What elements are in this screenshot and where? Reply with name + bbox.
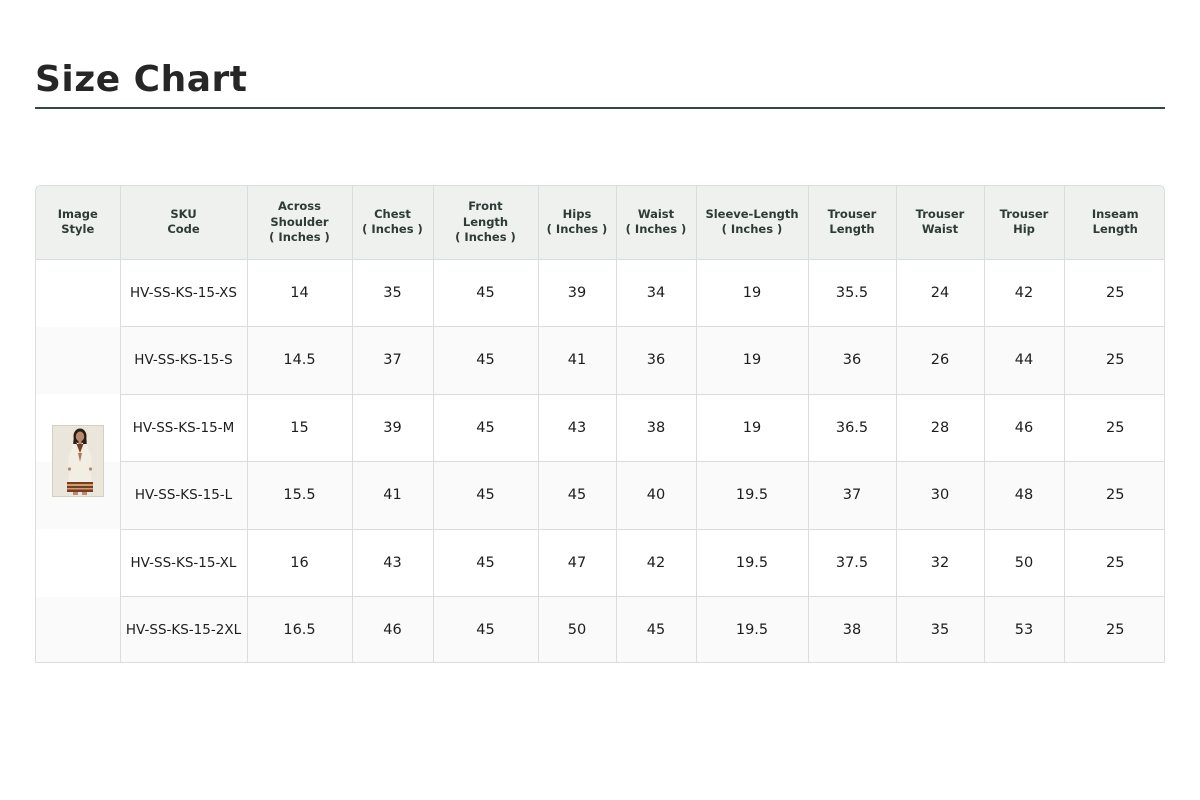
header-front-length: Front Length( Inches ) — [433, 186, 539, 260]
table-cell: 37 — [808, 461, 897, 530]
dress-model-icon — [53, 426, 103, 496]
table-cell: 46 — [352, 596, 434, 662]
header-trouser-length: Trouser Length — [808, 186, 897, 260]
sku-cell: HV-SS-KS-15-M — [120, 394, 248, 462]
table-cell: 19.5 — [696, 461, 809, 530]
table-cell: 24 — [896, 259, 985, 327]
table-cell: 45 — [433, 326, 539, 395]
size-table: Image Style SKU Code Across Shoulder( Inche… — [36, 186, 1164, 662]
table-row: HV-SS-KS-15-L 15.5 41 45 45 40 19.5 37 3… — [36, 461, 1164, 530]
table-cell: 43 — [352, 529, 434, 597]
header-hips: Hips( Inches ) — [538, 186, 617, 260]
table-cell: 50 — [538, 596, 617, 662]
table-cell: 25 — [1064, 529, 1164, 597]
table-row: HV-SS-KS-15-M 15 39 45 43 38 19 36.5 28 … — [36, 394, 1164, 462]
sku-cell: HV-SS-KS-15-XS — [120, 259, 248, 327]
sku-cell: HV-SS-KS-15-XL — [120, 529, 248, 597]
table-cell: 19 — [696, 259, 809, 327]
title-divider — [35, 107, 1165, 109]
table-cell: 45 — [616, 596, 697, 662]
table-cell: 45 — [433, 529, 539, 597]
sku-cell: HV-SS-KS-15-2XL — [120, 596, 248, 662]
table-cell: 47 — [538, 529, 617, 597]
table-cell: 38 — [808, 596, 897, 662]
table-cell: 42 — [984, 259, 1065, 327]
table-cell: 39 — [538, 259, 617, 327]
table-cell: 37.5 — [808, 529, 897, 597]
table-cell: 40 — [616, 461, 697, 530]
header-sleeve-length: Sleeve-Length( Inches ) — [696, 186, 809, 260]
table-cell: 25 — [1064, 596, 1164, 662]
table-cell: 48 — [984, 461, 1065, 530]
table-cell: 35.5 — [808, 259, 897, 327]
table-row: HV-SS-KS-15-XS 14 35 45 39 34 19 35.5 24… — [36, 259, 1164, 662]
table-cell: 50 — [984, 529, 1065, 597]
table-cell: 36 — [616, 326, 697, 395]
table-cell: 16 — [247, 529, 353, 597]
table-cell: 44 — [984, 326, 1065, 395]
table-cell: 19.5 — [696, 529, 809, 597]
header-inseam-length: Inseam Length — [1064, 186, 1164, 260]
table-cell: 53 — [984, 596, 1065, 662]
table-cell: 45 — [538, 461, 617, 530]
table-cell: 36 — [808, 326, 897, 395]
table-cell: 19.5 — [696, 596, 809, 662]
table-cell: 45 — [433, 394, 539, 462]
table-cell: 35 — [352, 259, 434, 327]
table-cell: 43 — [538, 394, 617, 462]
table-cell: 19 — [696, 326, 809, 395]
table-row: HV-SS-KS-15-S 14.5 37 45 41 36 19 36 26 … — [36, 326, 1164, 395]
table-cell: 14.5 — [247, 326, 353, 395]
table-header-row: Image Style SKU Code Across Shoulder( Inche… — [36, 186, 1164, 260]
table-cell: 30 — [896, 461, 985, 530]
product-thumbnail[interactable] — [52, 425, 104, 497]
table-cell: 26 — [896, 326, 985, 395]
table-cell: 25 — [1064, 326, 1164, 395]
table-row: HV-SS-KS-15-2XL 16.5 46 45 50 45 19.5 38… — [36, 596, 1164, 662]
header-image-style: Image Style — [36, 186, 121, 260]
table-cell: 37 — [352, 326, 434, 395]
table-cell: 25 — [1064, 259, 1164, 327]
table-cell: 38 — [616, 394, 697, 462]
table-cell: 25 — [1064, 461, 1164, 530]
table-cell: 42 — [616, 529, 697, 597]
table-cell: 35 — [896, 596, 985, 662]
table-cell: 45 — [433, 461, 539, 530]
header-trouser-waist: Trouser Waist — [896, 186, 985, 260]
page-title: Size Chart — [35, 59, 248, 100]
header-across-shoulder: Across Shoulder( Inches ) — [247, 186, 353, 260]
header-sku-code: SKU Code — [120, 186, 248, 260]
table-cell: 41 — [352, 461, 434, 530]
table-cell: 34 — [616, 259, 697, 327]
table-row: HV-SS-KS-15-XL 16 43 45 47 42 19.5 37.5 … — [36, 529, 1164, 597]
table-cell: 36.5 — [808, 394, 897, 462]
size-table-container: Image Style SKU Code Across Shoulder( Inche… — [35, 185, 1165, 663]
table-cell: 45 — [433, 596, 539, 662]
table-cell: 14 — [247, 259, 353, 327]
table-cell: 39 — [352, 394, 434, 462]
header-waist: Waist( Inches ) — [616, 186, 697, 260]
header-trouser-hip: Trouser Hip — [984, 186, 1065, 260]
size-chart-page: Size Chart Image Style SKU Code Across S… — [0, 0, 1200, 800]
table-cell: 32 — [896, 529, 985, 597]
table-cell: 28 — [896, 394, 985, 462]
table-cell: 45 — [433, 259, 539, 327]
table-cell: 16.5 — [247, 596, 353, 662]
sku-cell: HV-SS-KS-15-S — [120, 326, 248, 395]
table-cell: 25 — [1064, 394, 1164, 462]
sku-cell: HV-SS-KS-15-L — [120, 461, 248, 530]
table-cell: 15 — [247, 394, 353, 462]
table-cell: 15.5 — [247, 461, 353, 530]
table-cell: 19 — [696, 394, 809, 462]
table-cell: 41 — [538, 326, 617, 395]
table-cell: 46 — [984, 394, 1065, 462]
header-chest: Chest( Inches ) — [352, 186, 434, 260]
